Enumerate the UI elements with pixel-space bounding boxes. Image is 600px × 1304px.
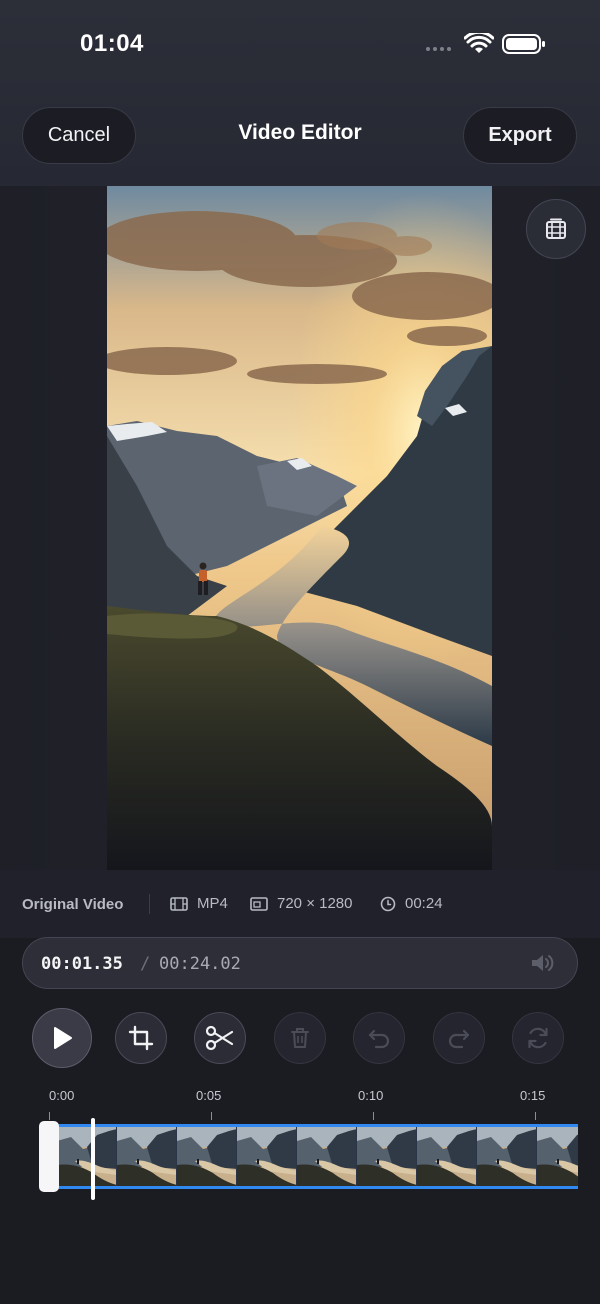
clock-icon (380, 896, 396, 911)
timeline-thumbnail (57, 1127, 117, 1186)
undo-icon (368, 1029, 390, 1049)
wifi-icon (464, 33, 494, 53)
trim-start-handle[interactable] (39, 1121, 59, 1192)
timeline-thumbnail (477, 1127, 537, 1186)
delete-button[interactable] (274, 1012, 326, 1064)
tick-mark (211, 1112, 212, 1120)
reset-button[interactable] (512, 1012, 564, 1064)
timeline-thumbnail (117, 1127, 177, 1186)
tick-label: 0:15 (520, 1088, 546, 1103)
tick-label: 0:05 (196, 1088, 222, 1103)
duration-value: 00:24 (405, 895, 443, 912)
play-button[interactable] (32, 1008, 92, 1068)
tick-mark (535, 1112, 536, 1120)
tick-mark (373, 1112, 374, 1120)
cellular-signal-icon (426, 47, 451, 51)
redo-button[interactable] (433, 1012, 485, 1064)
info-divider (149, 894, 150, 914)
timeline-thumbnail (237, 1127, 297, 1186)
timeline-thumbnail (537, 1127, 578, 1186)
trash-icon (291, 1028, 309, 1048)
status-time: 01:04 (80, 30, 144, 57)
resolution-info: 720 × 1280 (250, 895, 353, 912)
volume-icon[interactable] (529, 952, 555, 974)
format-value: MP4 (197, 895, 228, 912)
playhead[interactable] (91, 1118, 95, 1200)
timeline-track[interactable] (57, 1124, 578, 1189)
export-button[interactable]: Export (463, 107, 577, 164)
refresh-icon (528, 1027, 548, 1049)
crop-icon (128, 1025, 154, 1051)
resolution-icon (250, 896, 268, 911)
info-label: Original Video (22, 896, 124, 913)
timeline-ruler: 0:00 0:05 0:10 0:15 (0, 1088, 600, 1120)
timeline-thumbnail (417, 1127, 477, 1186)
film-icon (170, 896, 188, 911)
resolution-value: 720 × 1280 (277, 895, 353, 912)
redo-icon (448, 1029, 470, 1049)
timeline-thumbnail (177, 1127, 237, 1186)
duration-info: 00:24 (380, 895, 443, 912)
video-stage (0, 186, 600, 870)
battery-icon (502, 34, 545, 54)
scissors-icon (205, 1025, 234, 1051)
play-icon (54, 1027, 72, 1049)
tick-label: 0:00 (49, 1088, 75, 1103)
total-time: 00:24.02 (159, 954, 241, 974)
playback-time-bar: 00:01.35 / 00:24.02 (22, 937, 578, 989)
current-time: 00:01.35 (41, 954, 123, 974)
crop-button[interactable] (115, 1012, 167, 1064)
time-separator: / (140, 954, 151, 974)
video-info-row: Original Video MP4 720 × 1280 00:24 (0, 870, 600, 938)
video-frame-image (107, 186, 492, 870)
tick-label: 0:10 (358, 1088, 384, 1103)
timeline-thumbnail (357, 1127, 417, 1186)
filmstrip-button[interactable] (526, 199, 586, 259)
tick-mark (49, 1112, 50, 1120)
undo-button[interactable] (353, 1012, 405, 1064)
video-preview[interactable] (107, 186, 492, 870)
thumbnail-strip (57, 1127, 578, 1186)
film-icon (546, 218, 566, 239)
format-info: MP4 (170, 895, 228, 912)
timeline-thumbnail (297, 1127, 357, 1186)
cut-button[interactable] (194, 1012, 246, 1064)
status-bar: 01:04 (0, 0, 600, 90)
